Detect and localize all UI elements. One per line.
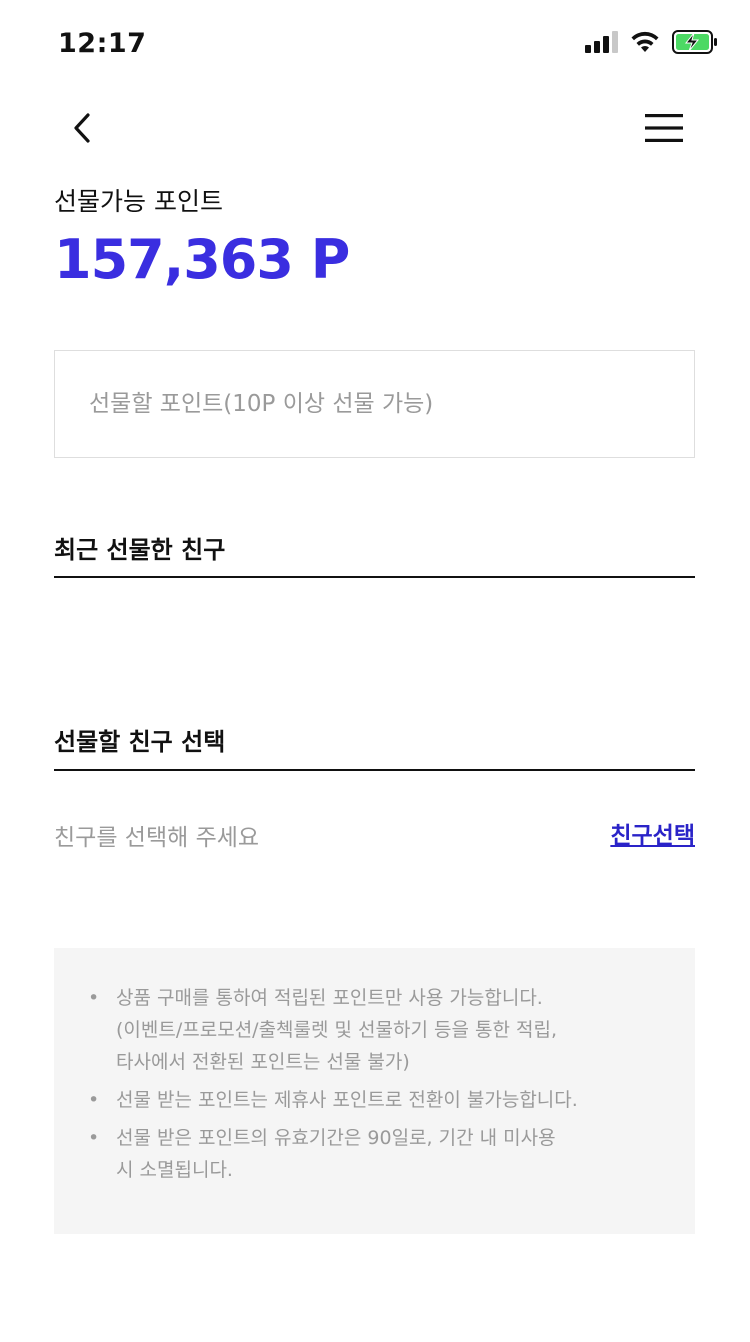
top-navigation xyxy=(0,100,750,156)
notice-line: 상품 구매를 통하여 적립된 포인트만 사용 가능합니다. xyxy=(116,987,543,1009)
battery-charging-icon xyxy=(672,30,718,54)
chevron-left-icon xyxy=(74,113,90,143)
status-bar: 12:17 xyxy=(0,0,750,90)
select-friend-divider xyxy=(54,769,695,771)
notice-line: (이벤트/프로모션/출첵룰렛 및 선물하기 등을 통한 적립, xyxy=(116,1019,558,1041)
back-button[interactable] xyxy=(62,108,102,148)
notice-list: 상품 구매를 통하여 적립된 포인트만 사용 가능합니다. (이벤트/프로모션/… xyxy=(88,982,665,1186)
notice-item: 상품 구매를 통하여 적립된 포인트만 사용 가능합니다. (이벤트/프로모션/… xyxy=(88,982,665,1078)
select-friend-link[interactable]: 친구선택 xyxy=(610,816,695,850)
menu-button[interactable] xyxy=(644,108,684,148)
available-points-label: 선물가능 포인트 xyxy=(54,187,223,216)
hamburger-menu-icon xyxy=(645,114,683,142)
notice-line: 타사에서 전환된 포인트는 선물 불가) xyxy=(116,1051,410,1073)
friend-placeholder-text: 친구를 선택해 주세요 xyxy=(54,825,260,851)
status-icons xyxy=(585,30,718,54)
select-friend-title: 선물할 친구 선택 xyxy=(54,728,226,756)
notice-line: 선물 받는 포인트는 제휴사 포인트로 전환이 불가능합니다. xyxy=(116,1089,578,1111)
notice-line: 선물 받은 포인트의 유효기간은 90일로, 기간 내 미사용 xyxy=(116,1127,556,1149)
notice-line: 시 소멸됩니다. xyxy=(116,1159,233,1181)
wifi-icon xyxy=(630,31,660,53)
recent-friends-title: 최근 선물한 친구 xyxy=(54,536,226,564)
notice-box: 상품 구매를 통하여 적립된 포인트만 사용 가능합니다. (이벤트/프로모션/… xyxy=(54,948,695,1234)
notice-item: 선물 받은 포인트의 유효기간은 90일로, 기간 내 미사용 시 소멸됩니다. xyxy=(88,1122,665,1186)
status-time: 12:17 xyxy=(58,28,147,59)
recent-friends-divider xyxy=(54,576,695,578)
cellular-signal-icon xyxy=(585,31,618,53)
available-points-value: 157,363 P xyxy=(54,228,350,291)
gift-points-input[interactable] xyxy=(54,350,695,458)
notice-item: 선물 받는 포인트는 제휴사 포인트로 전환이 불가능합니다. xyxy=(88,1084,665,1116)
